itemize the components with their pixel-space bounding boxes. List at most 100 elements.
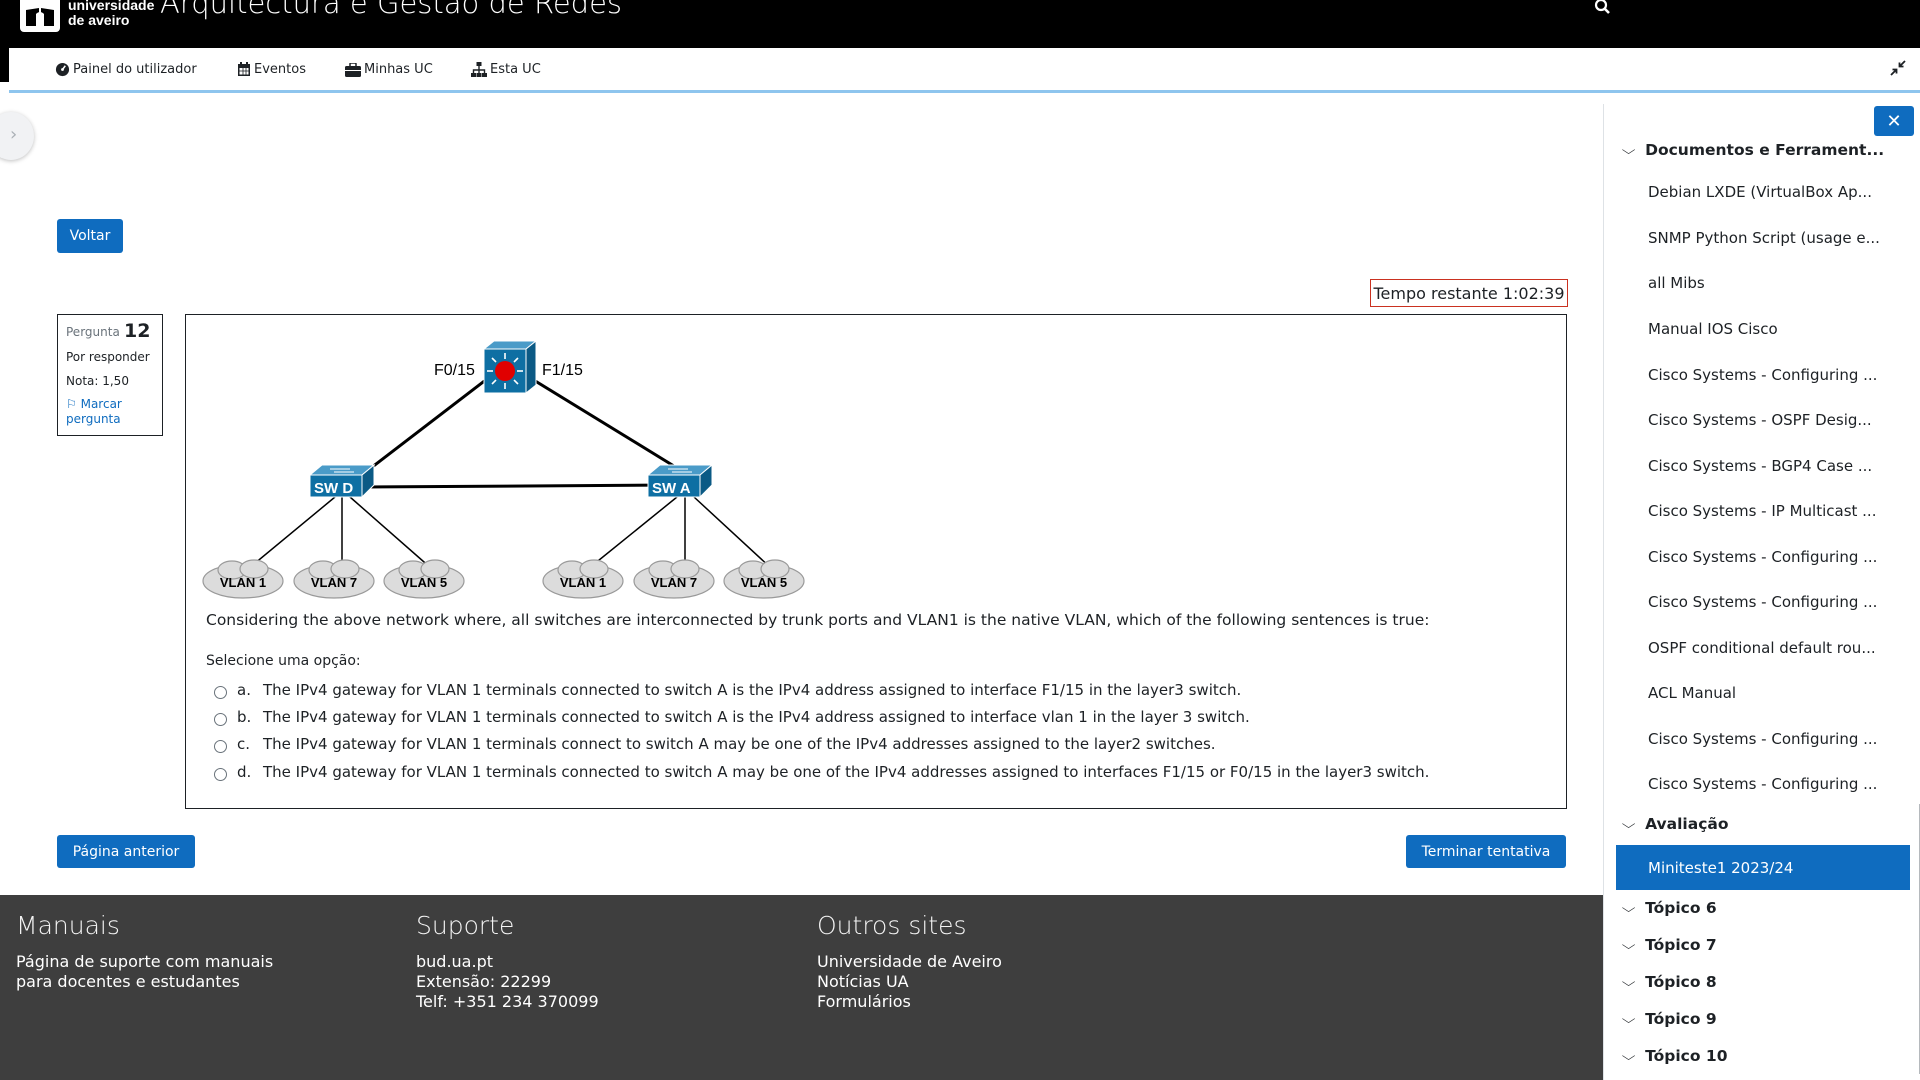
drawer-item-1[interactable]: Debian LXDE (VirtualBox Ap... — [1648, 183, 1888, 201]
section-evaluation[interactable]: ⌵ Avaliação — [1622, 815, 1729, 833]
nav-this-course[interactable]: Esta UC — [471, 62, 541, 77]
footer-manuals-line-1[interactable]: Página de suporte com manuais — [16, 952, 273, 972]
nav-dashboard[interactable]: Painel do utilizador — [55, 62, 197, 77]
time-remaining: Tempo restante 1:02:39 — [1370, 279, 1568, 307]
nav-my-courses-label: Minhas UC — [364, 62, 433, 77]
previous-page-button[interactable]: Página anterior — [57, 835, 195, 868]
drawer-item-5[interactable]: Cisco Systems - Configuring ... — [1648, 366, 1888, 384]
briefcase-icon — [345, 62, 361, 77]
flag-icon: ⚐ — [66, 397, 77, 411]
dashboard-icon — [55, 62, 70, 77]
section-topic-10[interactable]: ⌵ Tópico 10 — [1622, 1047, 1728, 1065]
question-text: Considering the above network where, all… — [206, 611, 1430, 629]
ua-logo-icon[interactable] — [20, 0, 60, 32]
drawer-item-8[interactable]: Cisco Systems - IP Multicast ... — [1648, 502, 1888, 520]
chevron-right-icon: › — [10, 124, 18, 145]
drawer-item-10[interactable]: Cisco Systems - Configuring ... — [1648, 593, 1888, 611]
link-swd-swa — [366, 483, 673, 489]
section-topic-9[interactable]: ⌵ Tópico 9 — [1621, 1010, 1717, 1028]
open-course-index-button[interactable]: › — [0, 112, 34, 160]
search-icon[interactable] — [1594, 0, 1612, 18]
drawer-item-4[interactable]: Manual IOS Cisco — [1648, 320, 1888, 338]
vlan-label-left-2: VLAN 7 — [311, 575, 357, 590]
footer-other-sites-line-2[interactable]: Notícias UA — [817, 972, 1002, 992]
footer-support: Suporte bud.ua.pt Extensão: 22299 Telf: … — [416, 911, 599, 1012]
footer-support-line-1[interactable]: bud.ua.pt — [416, 952, 599, 972]
footer-manuals-title: Manuais — [16, 911, 120, 940]
nav-my-courses[interactable]: Minhas UC — [345, 62, 433, 77]
drawer-item-9[interactable]: Cisco Systems - Configuring ... — [1648, 548, 1888, 566]
secondary-navigation: Painel do utilizador Eventos Minhas UC E… — [9, 48, 1920, 93]
section-topic-6-label: Tópico 6 — [1645, 899, 1717, 917]
close-drawer-button[interactable]: ✕ — [1874, 106, 1914, 136]
top-bar: universidade de aveiro Arquitectura e Ge… — [0, 0, 1920, 48]
option-text-d[interactable]: The IPv4 gateway for VLAN 1 terminals co… — [263, 763, 1429, 781]
drawer-item-3[interactable]: all Mibs — [1648, 274, 1888, 292]
radio-button-b[interactable] — [214, 712, 227, 726]
radio-button-d[interactable] — [214, 767, 227, 781]
collapse-icon[interactable] — [1890, 60, 1906, 80]
section-documents[interactable]: ⌵ Documentos e Ferrament... — [1621, 141, 1885, 159]
question-label: Pergunta — [66, 325, 120, 339]
radio-button-c[interactable] — [214, 739, 227, 753]
section-topic-8-label: Tópico 8 — [1645, 973, 1717, 991]
port-label-left: F0/15 — [434, 362, 475, 379]
nav-dashboard-label: Painel do utilizador — [73, 62, 197, 77]
drawer-item-6[interactable]: Cisco Systems - OSPF Desig... — [1648, 411, 1888, 429]
footer-other-sites-line-1[interactable]: Universidade de Aveiro — [817, 952, 1002, 972]
question-grade: Nota: 1,50 — [66, 374, 129, 388]
answer-option-b[interactable]: b. The IPv4 gateway for VLAN 1 terminals… — [214, 708, 1250, 726]
course-index-drawer: ✕ ⌵ Documentos e Ferrament... Debian LXD… — [1603, 104, 1920, 1080]
option-letter-b: b. — [237, 708, 252, 726]
drawer-item-13[interactable]: Cisco Systems - Configuring ... — [1648, 730, 1888, 748]
drawer-item-7[interactable]: Cisco Systems - BGP4 Case ... — [1648, 457, 1888, 475]
section-topic-10-label: Tópico 10 — [1645, 1047, 1728, 1065]
section-documents-label: Documentos e Ferrament... — [1645, 141, 1885, 159]
option-text-b[interactable]: The IPv4 gateway for VLAN 1 terminals co… — [263, 708, 1250, 726]
footer-manuals-line-2[interactable]: para docentes e estudantes — [16, 972, 273, 992]
link-l3-swd — [366, 377, 488, 473]
footer-other-sites: Outros sites Universidade de Aveiro Notí… — [817, 911, 1002, 1012]
section-topic-7[interactable]: ⌵ Tópico 7 — [1621, 936, 1717, 954]
answer-option-d[interactable]: d. The IPv4 gateway for VLAN 1 terminals… — [214, 763, 1429, 781]
chevron-down-icon: ⌵ — [1621, 142, 1636, 157]
section-topic-6[interactable]: ⌵ Tópico 6 — [1622, 899, 1717, 917]
nav-events[interactable]: Eventos — [237, 62, 306, 77]
radio-button-a[interactable] — [214, 685, 227, 699]
footer-manuals: Manuais Página de suporte com manuais pa… — [16, 911, 273, 992]
drawer-item-2[interactable]: SNMP Python Script (usage e... — [1648, 229, 1888, 247]
option-letter-d: d. — [237, 763, 252, 781]
vlan-label-left-3: VLAN 5 — [401, 575, 447, 590]
question-info-panel: Pergunta 12 Por responder Nota: 1,50 ⚐ M… — [57, 314, 163, 436]
chevron-down-icon: ⌵ — [1621, 937, 1636, 952]
link-l3-swa — [531, 377, 683, 473]
chevron-down-icon: ⌵ — [1621, 1011, 1636, 1026]
answer-option-c[interactable]: c. The IPv4 gateway for VLAN 1 terminals… — [214, 735, 1216, 753]
drawer-item-11[interactable]: OSPF conditional default rou... — [1648, 639, 1888, 657]
close-icon: ✕ — [1886, 110, 1902, 132]
network-diagram: F0/15 F1/15 SW D SW A VLAN 1 VLAN 7 VLAN… — [202, 339, 805, 599]
drawer-item-12[interactable]: ACL Manual — [1648, 684, 1888, 702]
finish-attempt-button[interactable]: Terminar tentativa — [1406, 835, 1566, 868]
site-title[interactable]: Arquitectura e Gestão de Redes — [160, 0, 622, 20]
nav-events-label: Eventos — [254, 62, 306, 77]
option-text-c[interactable]: The IPv4 gateway for VLAN 1 terminals co… — [263, 735, 1216, 753]
flag-question-link[interactable]: ⚐ Marcar pergunta — [66, 397, 156, 427]
option-letter-a: a. — [237, 681, 251, 699]
option-text-a[interactable]: The IPv4 gateway for VLAN 1 terminals co… — [263, 681, 1241, 699]
answer-option-a[interactable]: a. The IPv4 gateway for VLAN 1 terminals… — [214, 681, 1241, 699]
option-letter-c: c. — [237, 735, 251, 753]
ua-logo-text: universidade de aveiro — [68, 0, 154, 28]
footer-support-title: Suporte — [416, 911, 515, 940]
section-topic-8[interactable]: ⌵ Tópico 8 — [1622, 973, 1717, 991]
page-footer: Manuais Página de suporte com manuais pa… — [0, 895, 1603, 1080]
switch-a-label: SW A — [652, 480, 691, 497]
drawer-item-active-quiz[interactable]: Miniteste1 2023/24 — [1616, 845, 1910, 890]
section-evaluation-label: Avaliação — [1645, 815, 1729, 833]
switch-d-label: SW D — [314, 480, 353, 497]
vlan-label-right-3: VLAN 5 — [741, 575, 787, 590]
back-button[interactable]: Voltar — [57, 219, 123, 253]
footer-other-sites-line-3[interactable]: Formulários — [817, 992, 1002, 1012]
drawer-item-14[interactable]: Cisco Systems - Configuring ... — [1648, 775, 1888, 793]
logo-line-2: de aveiro — [68, 12, 130, 28]
